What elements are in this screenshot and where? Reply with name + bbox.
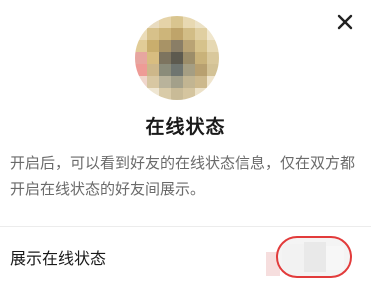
avatar-pixel — [195, 52, 207, 64]
avatar-pixel — [147, 52, 159, 64]
avatar-pixel — [183, 40, 195, 52]
avatar-pixel — [171, 64, 183, 76]
avatar-pixel — [183, 16, 195, 28]
avatar-pixel — [135, 40, 147, 52]
avatar-pixel — [171, 28, 183, 40]
avatar-pixel — [159, 28, 171, 40]
avatar-pixel — [207, 52, 219, 64]
avatar-pixel — [183, 28, 195, 40]
avatar-pixel — [159, 88, 171, 100]
avatar-pixel — [147, 16, 159, 28]
avatar-pixel — [183, 76, 195, 88]
avatar-pixel — [135, 76, 147, 88]
show-online-status-label: 展示在线状态 — [10, 249, 107, 268]
online-status-dialog: 在线状态 开启后，可以看到好友的在线状态信息，仅在双方都开启在线状态的好友间展示… — [0, 0, 371, 296]
avatar-pixel — [147, 88, 159, 100]
divider — [0, 226, 371, 227]
avatar-pixel — [159, 64, 171, 76]
avatar-pixel — [183, 64, 195, 76]
avatar-pixel — [135, 28, 147, 40]
avatar-pixel — [147, 76, 159, 88]
avatar-pixel — [135, 64, 147, 76]
avatar-pixel — [207, 76, 219, 88]
toggle-blur-block — [326, 246, 344, 270]
avatar-pixel — [171, 40, 183, 52]
toggle-blur-block — [282, 244, 304, 270]
avatar-pixel — [159, 40, 171, 52]
avatar-pixel — [159, 16, 171, 28]
avatar-pixel — [159, 52, 171, 64]
show-online-status-toggle[interactable] — [276, 236, 352, 278]
toggle-blur-block — [304, 242, 326, 272]
avatar-pixel — [171, 16, 183, 28]
avatar-pixel — [171, 52, 183, 64]
avatar-pixel — [195, 16, 207, 28]
avatar-pixel — [171, 88, 183, 100]
avatar-pixel — [207, 16, 219, 28]
close-button[interactable] — [331, 8, 359, 36]
avatar-pixel — [147, 40, 159, 52]
avatar — [135, 16, 219, 100]
avatar-pixel — [195, 64, 207, 76]
avatar-pixel — [207, 88, 219, 100]
avatar-pixel — [207, 40, 219, 52]
dialog-title: 在线状态 — [145, 116, 226, 138]
avatar-pixel — [195, 40, 207, 52]
avatar-pixel — [195, 28, 207, 40]
avatar-pixel — [147, 28, 159, 40]
avatar-pixel — [147, 64, 159, 76]
avatar-pixel — [135, 88, 147, 100]
close-icon — [337, 14, 353, 30]
avatar-pixel — [207, 28, 219, 40]
avatar-pixel — [195, 76, 207, 88]
avatar-pixel — [195, 88, 207, 100]
avatar-pixel — [159, 76, 171, 88]
avatar-pixel — [171, 76, 183, 88]
avatar-pixel — [183, 52, 195, 64]
avatar-pixel — [135, 16, 147, 28]
avatar-pixel — [135, 52, 147, 64]
avatar-pixel — [183, 88, 195, 100]
avatar-pixel — [207, 64, 219, 76]
dialog-description: 开启后，可以看到好友的在线状态信息，仅在双方都开启在线状态的好友间展示。 — [10, 154, 356, 198]
